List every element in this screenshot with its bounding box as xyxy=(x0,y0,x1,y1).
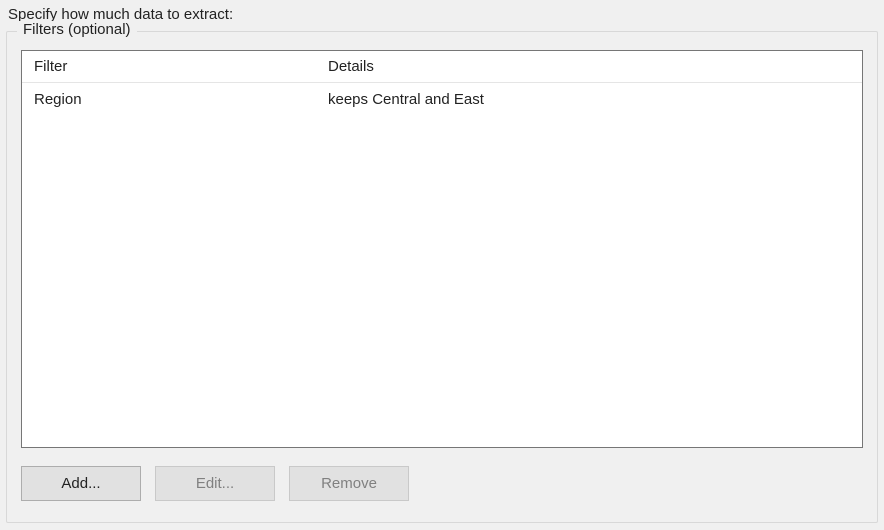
cell-details: keeps Central and East xyxy=(322,91,862,108)
table-header-row: Filter Details xyxy=(22,51,862,83)
add-button[interactable]: Add... xyxy=(21,466,141,501)
filters-table[interactable]: Filter Details Region keeps Central and … xyxy=(21,50,863,448)
column-header-filter[interactable]: Filter xyxy=(22,58,322,75)
cell-filter: Region xyxy=(22,91,322,108)
remove-button: Remove xyxy=(289,466,409,501)
filters-legend: Filters (optional) xyxy=(17,21,137,38)
table-row[interactable]: Region keeps Central and East xyxy=(22,83,862,115)
column-header-details[interactable]: Details xyxy=(322,58,862,75)
extract-panel: Specify how much data to extract: Filter… xyxy=(0,0,884,530)
instruction-label: Specify how much data to extract: xyxy=(8,6,878,23)
filters-fieldset: Filters (optional) Filter Details Region… xyxy=(6,31,878,523)
button-bar: Add... Edit... Remove xyxy=(21,466,863,501)
edit-button: Edit... xyxy=(155,466,275,501)
